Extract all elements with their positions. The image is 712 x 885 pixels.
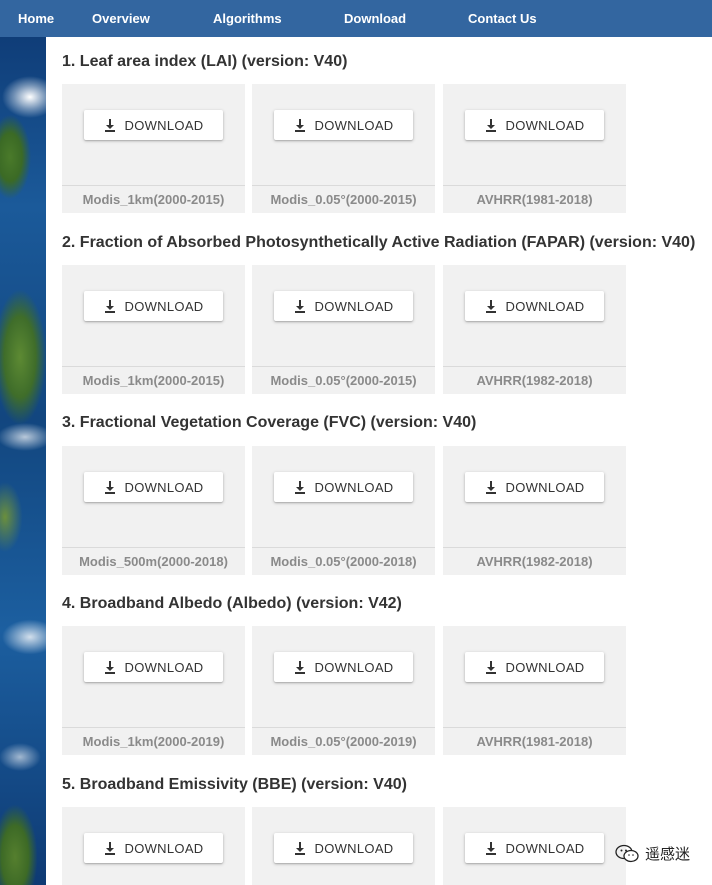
- section-title-bbe: 5. Broadband Emissivity (BBE) (version: …: [62, 776, 407, 793]
- download-button-label: DOWNLOAD: [124, 479, 204, 495]
- download-button-label: DOWNLOAD: [314, 479, 394, 495]
- download-button-label: DOWNLOAD: [124, 117, 204, 133]
- card-footer-label: Modis_1km(2000-2015): [62, 185, 245, 213]
- card-footer-label: Modis_0.05°(2000-2018): [252, 547, 435, 575]
- download-icon: [104, 480, 115, 494]
- download-button[interactable]: DOWNLOAD: [274, 472, 413, 502]
- download-button-label: DOWNLOAD: [505, 659, 585, 675]
- download-icon: [485, 841, 496, 855]
- card-footer-label: Modis_1km(2000-2015): [62, 366, 245, 394]
- download-card: DOWNLOAD AVHRR(1982-2018): [443, 265, 626, 394]
- download-icon: [104, 299, 115, 313]
- download-card: DOWNLOAD AVHRR(1981-2018): [443, 84, 626, 213]
- section-title-fvc: 3. Fractional Vegetation Coverage (FVC) …: [62, 414, 477, 431]
- download-card: DOWNLOAD AVHRR(1981-2018): [443, 626, 626, 755]
- download-card: DOWNLOAD Modis_1km(2000-2015): [62, 265, 245, 394]
- section-title-fapar: 2. Fraction of Absorbed Photosynthetical…: [62, 234, 696, 251]
- nav-contact-us[interactable]: Contact Us: [468, 11, 537, 26]
- download-icon: [294, 660, 305, 674]
- download-button[interactable]: DOWNLOAD: [465, 472, 604, 502]
- download-button[interactable]: DOWNLOAD: [84, 291, 223, 321]
- download-button-label: DOWNLOAD: [505, 479, 585, 495]
- download-icon: [104, 660, 115, 674]
- download-button-label: DOWNLOAD: [505, 298, 585, 314]
- download-card: DOWNLOAD: [62, 807, 245, 885]
- card-footer-label: Modis_0.05°(2000-2019): [252, 727, 435, 755]
- download-button-label: DOWNLOAD: [505, 117, 585, 133]
- download-button-label: DOWNLOAD: [124, 298, 204, 314]
- download-button[interactable]: DOWNLOAD: [465, 652, 604, 682]
- download-button-label: DOWNLOAD: [314, 659, 394, 675]
- card-footer-label: Modis_500m(2000-2018): [62, 547, 245, 575]
- card-footer-label: AVHRR(1982-2018): [443, 547, 626, 575]
- section-title-albedo: 4. Broadband Albedo (Albedo) (version: V…: [62, 595, 402, 612]
- download-button[interactable]: DOWNLOAD: [84, 652, 223, 682]
- download-card: DOWNLOAD AVHRR(1982-2018): [443, 446, 626, 575]
- download-button[interactable]: DOWNLOAD: [465, 110, 604, 140]
- nav-home[interactable]: Home: [18, 11, 54, 26]
- download-button-label: DOWNLOAD: [314, 298, 394, 314]
- card-footer-label: Modis_0.05°(2000-2015): [252, 366, 435, 394]
- download-card: DOWNLOAD Modis_1km(2000-2019): [62, 626, 245, 755]
- wechat-watermark: 遥感迷: [615, 843, 690, 864]
- download-icon: [104, 841, 115, 855]
- download-button[interactable]: DOWNLOAD: [274, 652, 413, 682]
- download-icon: [104, 118, 115, 132]
- card-footer-label: AVHRR(1981-2018): [443, 185, 626, 213]
- download-icon: [485, 118, 496, 132]
- nav-algorithms[interactable]: Algorithms: [213, 11, 282, 26]
- download-card: DOWNLOAD Modis_1km(2000-2015): [62, 84, 245, 213]
- section-title-lai: 1. Leaf area index (LAI) (version: V40): [62, 53, 348, 70]
- wechat-icon: [615, 844, 639, 862]
- download-button-label: DOWNLOAD: [314, 840, 394, 856]
- nav-overview[interactable]: Overview: [92, 11, 150, 26]
- download-button[interactable]: DOWNLOAD: [465, 833, 604, 863]
- download-button-label: DOWNLOAD: [124, 659, 204, 675]
- download-card: DOWNLOAD Modis_500m(2000-2018): [62, 446, 245, 575]
- card-footer-label: Modis_0.05°(2000-2015): [252, 185, 435, 213]
- card-footer-label: Modis_1km(2000-2019): [62, 727, 245, 755]
- download-button-label: DOWNLOAD: [505, 840, 585, 856]
- download-button[interactable]: DOWNLOAD: [84, 472, 223, 502]
- download-button[interactable]: DOWNLOAD: [274, 291, 413, 321]
- top-navbar: Home Overview Algorithms Download Contac…: [0, 0, 712, 37]
- download-icon: [294, 841, 305, 855]
- download-card: DOWNLOAD Modis_0.05°(2000-2015): [252, 265, 435, 394]
- download-icon: [485, 660, 496, 674]
- download-button-label: DOWNLOAD: [314, 117, 394, 133]
- download-card: DOWNLOAD Modis_0.05°(2000-2015): [252, 84, 435, 213]
- download-icon: [485, 480, 496, 494]
- download-icon: [485, 299, 496, 313]
- download-button[interactable]: DOWNLOAD: [84, 110, 223, 140]
- download-icon: [294, 118, 305, 132]
- download-card: DOWNLOAD: [252, 807, 435, 885]
- download-icon: [294, 480, 305, 494]
- earth-background-image: [0, 37, 46, 885]
- download-icon: [294, 299, 305, 313]
- download-button[interactable]: DOWNLOAD: [274, 110, 413, 140]
- nav-download[interactable]: Download: [344, 11, 406, 26]
- card-footer-label: AVHRR(1981-2018): [443, 727, 626, 755]
- download-button[interactable]: DOWNLOAD: [465, 291, 604, 321]
- card-footer-label: AVHRR(1982-2018): [443, 366, 626, 394]
- watermark-text: 遥感迷: [644, 846, 690, 863]
- download-button[interactable]: DOWNLOAD: [274, 833, 413, 863]
- download-button-label: DOWNLOAD: [124, 840, 204, 856]
- download-card: DOWNLOAD: [443, 807, 626, 885]
- download-button[interactable]: DOWNLOAD: [84, 833, 223, 863]
- download-card: DOWNLOAD Modis_0.05°(2000-2018): [252, 446, 435, 575]
- download-card: DOWNLOAD Modis_0.05°(2000-2019): [252, 626, 435, 755]
